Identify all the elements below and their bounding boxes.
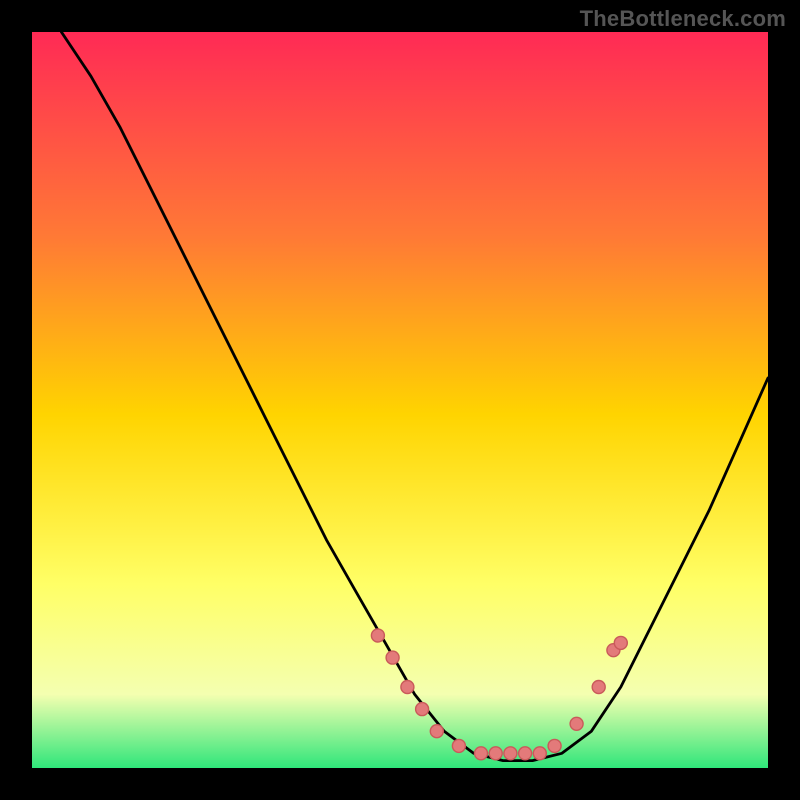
data-point	[592, 681, 605, 694]
data-point	[475, 747, 488, 760]
data-point	[401, 681, 414, 694]
plot-area	[32, 32, 768, 768]
data-point	[452, 739, 465, 752]
data-point	[519, 747, 532, 760]
chart-container: TheBottleneck.com	[0, 0, 800, 800]
data-point	[371, 629, 384, 642]
watermark-text: TheBottleneck.com	[580, 6, 786, 32]
data-point	[430, 725, 443, 738]
data-point	[614, 636, 627, 649]
chart-svg	[32, 32, 768, 768]
data-point	[504, 747, 517, 760]
data-point	[416, 703, 429, 716]
data-point	[548, 739, 561, 752]
data-point	[489, 747, 502, 760]
data-point	[386, 651, 399, 664]
data-point	[570, 717, 583, 730]
data-point	[533, 747, 546, 760]
gradient-background	[32, 32, 768, 768]
